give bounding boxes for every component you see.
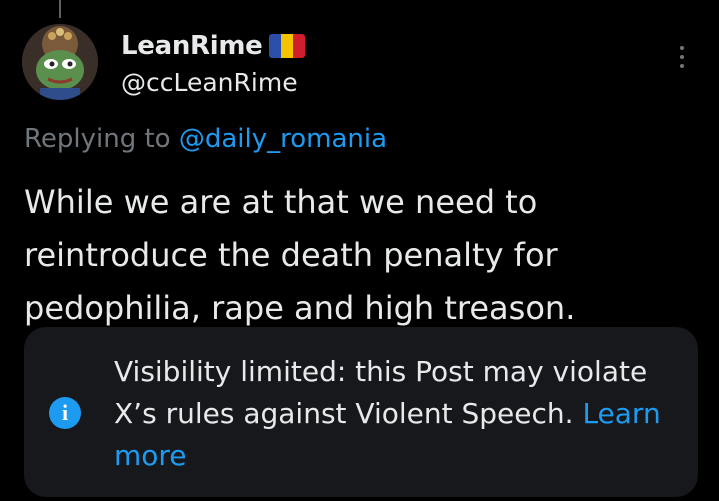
avatar-image: [22, 24, 98, 100]
author-handle[interactable]: @ccLeanRime: [121, 68, 298, 97]
author-display-name[interactable]: LeanRime: [121, 31, 305, 61]
post-text: While we are at that we need to reintrod…: [24, 183, 576, 327]
author-name-text: LeanRime: [121, 31, 263, 61]
avatar[interactable]: [22, 24, 98, 100]
more-dot-icon: [680, 46, 684, 50]
more-options-button[interactable]: [666, 40, 698, 74]
replying-to-label: Replying to: [24, 124, 171, 154]
replying-to-line: Replying to @daily_romania: [24, 124, 387, 154]
thread-connector-line: [59, 0, 61, 18]
visibility-notice: i Visibility limited: this Post may viol…: [24, 327, 698, 497]
more-dot-icon: [680, 64, 684, 68]
notice-text-block: Visibility limited: this Post may violat…: [114, 351, 674, 477]
more-dot-icon: [680, 55, 684, 59]
info-icon: i: [49, 397, 81, 429]
notice-text: Visibility limited: this Post may violat…: [114, 355, 648, 430]
reply-mention-link[interactable]: @daily_romania: [179, 124, 387, 154]
romania-flag-icon: [268, 34, 305, 58]
